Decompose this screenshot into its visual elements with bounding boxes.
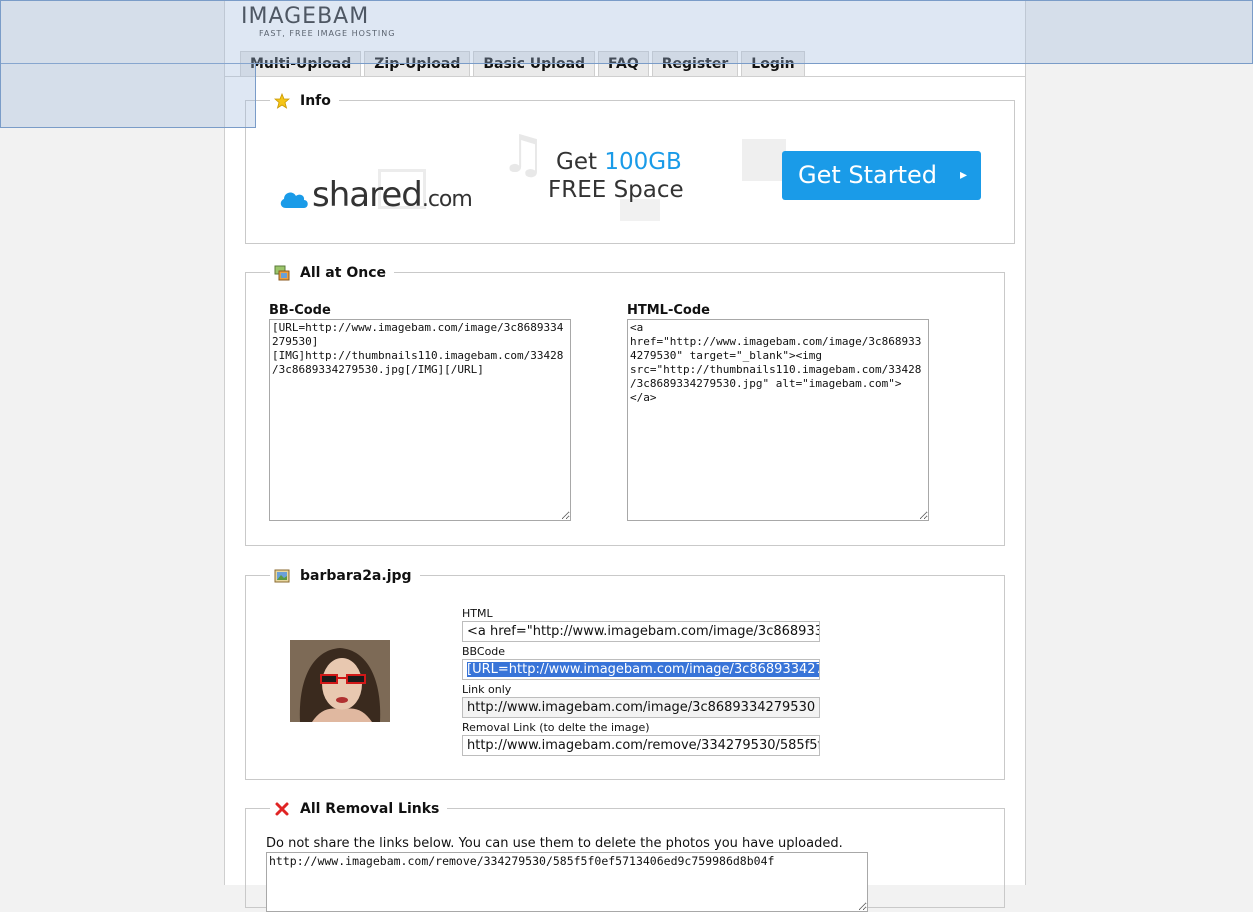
ad-headline: Get 100GB [556, 149, 682, 175]
link-only-field[interactable]: http://www.imagebam.com/image/3c86893342… [462, 697, 820, 718]
tab-register[interactable]: Register [651, 51, 739, 76]
image-legend: barbara2a.jpg [270, 567, 420, 585]
all-at-once-section: All at Once BB-Code [URL=http://www.imag… [245, 264, 1005, 546]
drag-selection-overlay-left [0, 63, 256, 128]
info-legend-label: Info [300, 93, 331, 109]
star-icon [273, 92, 291, 109]
bbcode-selected-text: [URL=http://www.imagebam.com/image/3c868… [467, 662, 819, 677]
removal-legend-label: All Removal Links [300, 801, 440, 817]
removal-warning-text: Do not share the links below. You can us… [266, 836, 843, 851]
html-code-textarea[interactable]: <a href="http://www.imagebam.com/image/3… [627, 319, 929, 521]
info-section: Info ♫ shared.com Get 100GB FREE Space G… [245, 92, 1015, 244]
nav-divider [225, 76, 1025, 77]
cloud-icon [278, 187, 310, 213]
html-label: HTML [462, 607, 493, 620]
images-stack-icon [274, 265, 290, 281]
main-nav: Multi-Upload Zip-Upload Basic Upload FAQ… [240, 51, 808, 76]
removal-links-section: All Removal Links Do not share the links… [245, 800, 1005, 912]
tab-zip-upload[interactable]: Zip-Upload [364, 51, 471, 76]
tab-multi-upload[interactable]: Multi-Upload [240, 51, 362, 76]
bbcode-field[interactable]: [URL=http://www.imagebam.com/image/3c868… [462, 659, 820, 680]
red-x-icon [274, 801, 290, 817]
all-at-once-legend: All at Once [270, 264, 394, 282]
image-section: barbara2a.jpg HTML <a href="http://www.i… [245, 567, 1005, 780]
image-thumbnail[interactable] [290, 640, 390, 722]
ad-subheadline: FREE Space [548, 177, 684, 203]
logo-title: IMAGEBAM [241, 4, 370, 29]
removal-links-textarea[interactable]: http://www.imagebam.com/remove/334279530… [266, 852, 868, 912]
bbcode-textarea[interactable]: [URL=http://www.imagebam.com/image/3c868… [269, 319, 571, 521]
tab-login[interactable]: Login [741, 51, 805, 76]
ad-brand: shared.com [312, 175, 473, 215]
shared-ad-banner[interactable]: ♫ shared.com Get 100GB FREE Space Get St… [276, 125, 986, 231]
image-filename: barbara2a.jpg [300, 568, 412, 584]
logo-tagline: FAST, FREE IMAGE HOSTING [259, 29, 396, 38]
bbcode-label: BB-Code [269, 303, 331, 318]
html-code-label: HTML-Code [627, 303, 710, 318]
tab-faq[interactable]: FAQ [598, 51, 649, 76]
info-legend: Info [270, 92, 339, 110]
removal-legend: All Removal Links [270, 800, 448, 818]
link-only-label: Link only [462, 683, 512, 696]
chevron-right-icon: ▸ [959, 167, 967, 183]
tab-basic-upload[interactable]: Basic Upload [473, 51, 596, 76]
clapperboard-icon [742, 139, 786, 181]
page-container: IMAGEBAM FAST, FREE IMAGE HOSTING Multi-… [224, 0, 1026, 912]
removal-link-label: Removal Link (to delte the image) [462, 721, 650, 734]
html-field[interactable]: <a href="http://www.imagebam.com/image/3… [462, 621, 820, 642]
bbcode-field-label: BBCode [462, 645, 506, 658]
imagebam-logo[interactable]: IMAGEBAM FAST, FREE IMAGE HOSTING [241, 5, 395, 39]
music-note-icon: ♫ [500, 125, 547, 185]
removal-link-field[interactable]: http://www.imagebam.com/remove/334279530… [462, 735, 820, 756]
get-started-button[interactable]: Get Started ▸ [782, 151, 981, 200]
picture-icon [274, 568, 290, 584]
all-at-once-legend-label: All at Once [300, 265, 386, 281]
